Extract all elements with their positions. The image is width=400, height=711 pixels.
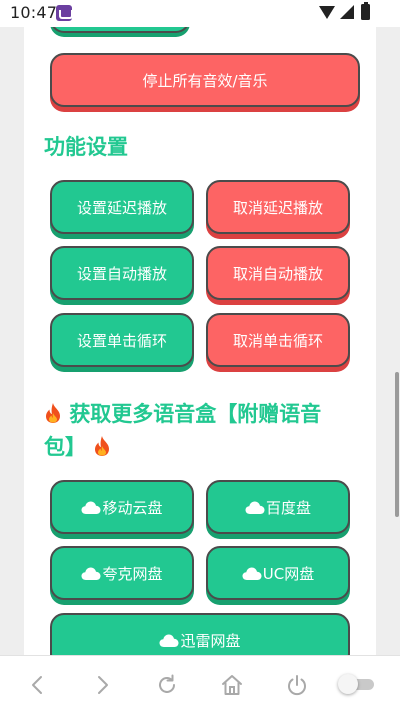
forward-icon[interactable] <box>90 673 114 697</box>
cloud-icon <box>245 501 265 514</box>
cancel-delay-play-label: 取消延迟播放 <box>232 198 323 217</box>
app-notification-icon <box>56 5 73 21</box>
page-scrollbar[interactable] <box>395 372 399 517</box>
function-settings-title: 功能设置 <box>44 135 128 159</box>
refresh-icon[interactable] <box>155 673 179 697</box>
uc-pan-button[interactable]: UC网盘 <box>206 546 350 600</box>
xunlei-pan-button[interactable]: 迅雷网盘 <box>50 613 350 655</box>
webview[interactable]: 停止所有音效/音乐 功能设置 设置延迟播放 取消延迟播放 设置自动播放 取消自动… <box>0 27 400 655</box>
back-icon[interactable] <box>26 673 50 697</box>
fire-icon <box>44 401 62 423</box>
set-click-loop-label: 设置单击循环 <box>76 331 167 350</box>
signal-icon <box>340 5 354 19</box>
set-click-loop-button[interactable]: 设置单击循环 <box>50 313 194 367</box>
set-auto-play-button[interactable]: 设置自动播放 <box>50 246 194 300</box>
get-more-voice-boxes-title: 获取更多语音盒【附赠语音 包】 <box>44 398 354 464</box>
mobile-cloud-button[interactable]: 移动云盘 <box>50 480 194 534</box>
cancel-click-loop-button[interactable]: 取消单击循环 <box>206 313 350 367</box>
mode-toggle[interactable] <box>338 674 374 694</box>
quark-pan-label: 夸克网盘 <box>102 564 163 583</box>
uc-pan-label: UC网盘 <box>262 564 315 583</box>
browser-bottom-nav <box>0 655 400 711</box>
partial-button-above[interactable] <box>50 27 190 33</box>
baidu-pan-label: 百度盘 <box>265 498 311 517</box>
status-time: 10:47 <box>10 3 58 22</box>
cancel-click-loop-label: 取消单击循环 <box>232 331 323 350</box>
home-icon[interactable] <box>220 673 244 697</box>
mobile-cloud-label: 移动云盘 <box>102 498 163 517</box>
cancel-auto-play-button[interactable]: 取消自动播放 <box>206 246 350 300</box>
set-delay-play-button[interactable]: 设置延迟播放 <box>50 180 194 234</box>
cancel-delay-play-button[interactable]: 取消延迟播放 <box>206 180 350 234</box>
cloud-icon <box>81 567 101 580</box>
wifi-icon <box>319 6 335 19</box>
cancel-auto-play-label: 取消自动播放 <box>232 264 323 283</box>
stop-all-sounds-button[interactable]: 停止所有音效/音乐 <box>50 53 360 107</box>
battery-icon <box>361 2 370 20</box>
baidu-pan-button[interactable]: 百度盘 <box>206 480 350 534</box>
power-icon[interactable] <box>285 673 309 697</box>
status-bar: 10:47 <box>0 0 400 27</box>
stop-all-sounds-label: 停止所有音效/音乐 <box>142 71 268 90</box>
set-delay-play-label: 设置延迟播放 <box>76 198 167 217</box>
set-auto-play-label: 设置自动播放 <box>76 264 167 283</box>
cloud-icon <box>81 501 101 514</box>
quark-pan-button[interactable]: 夸克网盘 <box>50 546 194 600</box>
toggle-knob <box>338 674 358 694</box>
get-more-title-line1: 获取更多语音盒【附赠语音 <box>69 402 322 426</box>
get-more-title-line2: 包】 <box>44 435 86 459</box>
xunlei-pan-label: 迅雷网盘 <box>180 631 241 650</box>
fire-icon <box>93 434 111 456</box>
cloud-icon <box>242 567 262 580</box>
cloud-icon <box>159 634 179 647</box>
